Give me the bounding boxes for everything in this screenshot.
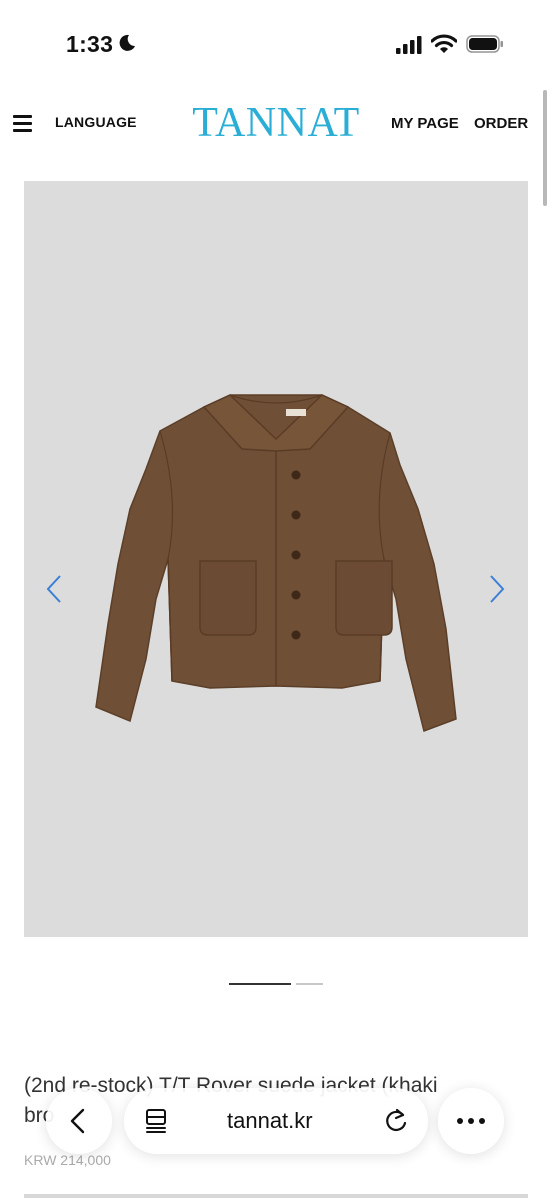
- site-header: LANGUAGE TANNAT MY PAGE ORDER: [0, 95, 552, 151]
- moon-icon: [119, 34, 135, 51]
- language-link[interactable]: LANGUAGE: [55, 114, 137, 130]
- battery-icon: [466, 35, 503, 53]
- gallery-dot-1[interactable]: [229, 983, 291, 985]
- browser-more-button[interactable]: [438, 1088, 504, 1154]
- my-page-link[interactable]: MY PAGE: [391, 115, 459, 132]
- cellular-signal-icon: [396, 36, 422, 54]
- chevron-right-icon[interactable]: [486, 574, 508, 604]
- divider: [24, 1194, 528, 1198]
- wifi-icon: [431, 34, 457, 53]
- site-logo[interactable]: TANNAT: [188, 99, 364, 147]
- chevron-left-icon: [70, 1108, 85, 1134]
- product-price: KRW 214,000: [24, 1152, 111, 1168]
- tab-overview-icon[interactable]: [145, 1108, 169, 1134]
- reload-icon[interactable]: [383, 1107, 409, 1135]
- chevron-left-icon[interactable]: [44, 574, 66, 604]
- browser-address-bar[interactable]: tannat.kr: [124, 1088, 428, 1154]
- browser-back-button[interactable]: [46, 1088, 112, 1154]
- url-text[interactable]: tannat.kr: [227, 1108, 313, 1134]
- page-scrollbar[interactable]: [543, 90, 547, 206]
- status-bar: 1:33: [0, 0, 552, 90]
- product-photo-jacket: [95, 394, 457, 732]
- order-link[interactable]: ORDER: [474, 115, 528, 132]
- more-dots-icon: [457, 1118, 485, 1124]
- gallery-dot-2[interactable]: [296, 983, 323, 985]
- hamburger-icon[interactable]: [13, 115, 33, 132]
- status-time: 1:33: [66, 31, 114, 57]
- product-image-slider[interactable]: [24, 181, 528, 937]
